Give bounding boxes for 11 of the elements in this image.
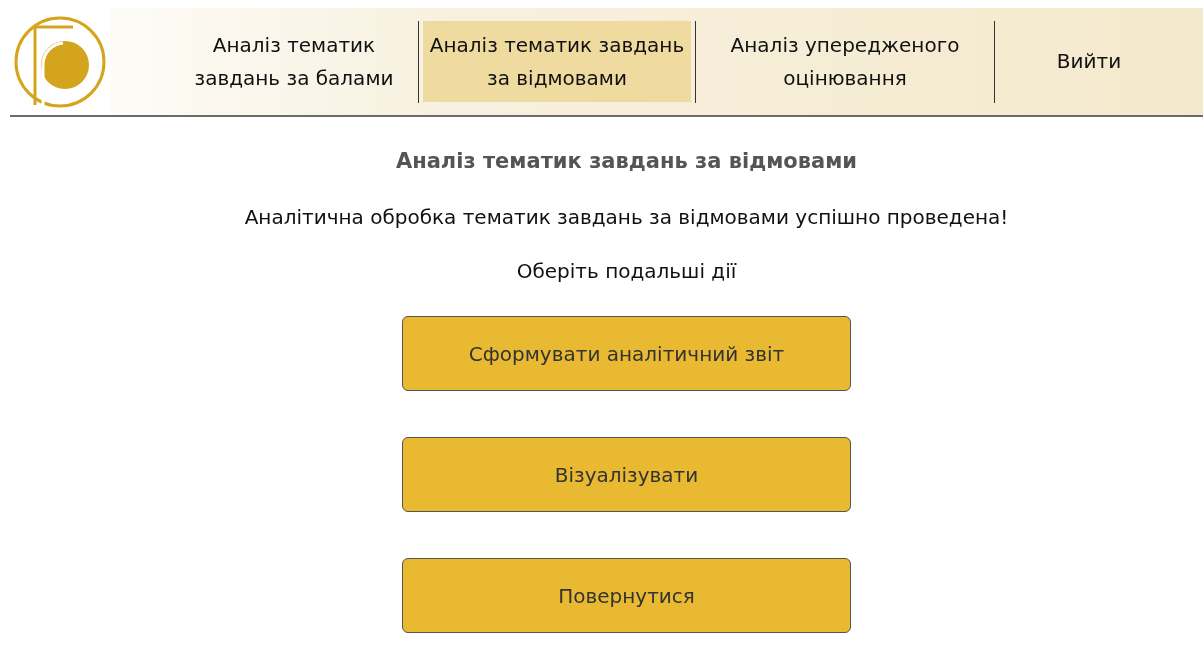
action-button[interactable]: Сформувати аналітичний звіт (402, 316, 851, 391)
action-button[interactable]: Повернутися (402, 558, 851, 633)
nav-tab[interactable]: Аналіз упередженого оцінювання (700, 21, 990, 102)
nav-tab[interactable]: Аналіз тематик завдань за відмовами (423, 21, 691, 102)
prompt-text: Оберіть подальші дії (516, 259, 737, 283)
page-title: Аналіз тематик завдань за відмовами (395, 149, 858, 173)
nav-tab[interactable]: Аналіз тематик завдань за балами (174, 21, 414, 102)
action-button[interactable]: Візуалізувати (402, 437, 851, 512)
success-message: Аналітична обробка тематик завдань за відмовами успішно проведена! (244, 205, 1009, 229)
logo-icon (13, 14, 107, 109)
nav-tab[interactable]: Вийти (999, 21, 1179, 102)
